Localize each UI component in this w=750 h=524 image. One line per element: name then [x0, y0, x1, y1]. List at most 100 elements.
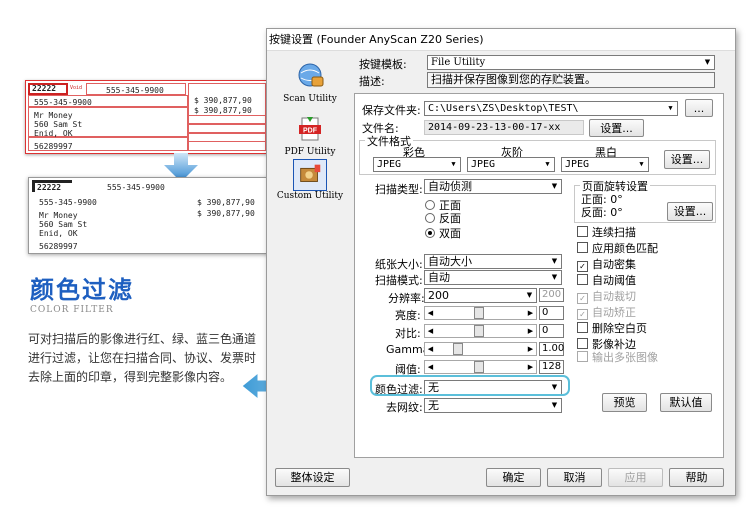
color-matching-checkbox[interactable]: 应用颜色匹配 [577, 240, 658, 256]
sidebar-label-custom: Custom Utility [276, 191, 344, 201]
checkbox-box [577, 226, 588, 237]
defaults-button[interactable]: 默认值 [660, 393, 712, 412]
browse-button[interactable]: ... [685, 99, 713, 117]
doc-b-employer-id: 555-345-9900 [39, 198, 97, 207]
checkbox-box [577, 351, 588, 362]
chevron-down-icon: ▼ [551, 273, 558, 281]
promo-description: 可对扫描后的影像进行红、绿、蓝三色通道进行过滤，让您在扫描合同、协议、发票时去除… [28, 332, 257, 384]
gamma-slider[interactable]: ◀ ▶ [424, 342, 537, 356]
arrow-left-icon: ◀ [427, 345, 434, 353]
rotation-settings-button[interactable]: 设置... [667, 202, 713, 221]
gray-format-value: JPEG [471, 159, 496, 170]
checkbox-box [577, 274, 588, 285]
filename-field[interactable]: 2014-09-23-13-00-17-xx [424, 120, 584, 135]
chevron-down-icon: ▼ [704, 58, 711, 66]
rotation-back: 反面: 0° [581, 206, 623, 219]
global-settings-button[interactable]: 整体设定 [275, 468, 350, 487]
arrow-right-icon: ▶ [527, 345, 534, 353]
continuous-scan-checkbox[interactable]: 连续扫描 [577, 224, 636, 240]
ok-button[interactable]: 确定 [486, 468, 541, 487]
checkbox-label: 自动矫正 [592, 306, 636, 319]
gray-format-select[interactable]: JPEG ▼ [467, 157, 555, 172]
contrast-slider[interactable]: ◀ ▶ [424, 324, 537, 338]
format-settings-button[interactable]: 设置... [664, 150, 710, 169]
custom-utility-icon [300, 164, 321, 182]
scan-type-label: 扫描类型: [375, 183, 423, 196]
brightness-slider[interactable]: ◀ ▶ [424, 306, 537, 320]
contrast-value[interactable]: 0 [539, 324, 564, 338]
scan-mode-select[interactable]: 自动 ▼ [424, 270, 562, 285]
brightness-value[interactable]: 0 [539, 306, 564, 320]
doc-b-wages: $ 390,877,90 [197, 198, 255, 207]
scan-type-select[interactable]: 自动侦测 ▼ [424, 179, 562, 194]
gamma-value[interactable]: 1.00 [539, 342, 564, 356]
paper-size-select[interactable]: 自动大小 ▼ [424, 254, 562, 269]
remove-blank-page-checkbox[interactable]: 删除空白页 [577, 320, 647, 336]
doc-code: 22222 [32, 84, 57, 93]
resolution-select[interactable]: 200 ▼ [424, 288, 537, 303]
slider-thumb[interactable] [453, 343, 463, 355]
doc-b-control: 56289997 [39, 242, 78, 251]
threshold-slider[interactable]: ◀ ▶ [424, 360, 537, 374]
save-folder-select[interactable]: C:\Users\ZS\Desktop\TEST\ ▼ [424, 101, 678, 116]
radio-dot-selected [425, 228, 435, 238]
checkbox-box [577, 242, 588, 253]
apply-button[interactable]: 应用 [608, 468, 663, 487]
doc-b-employee-ssn: 555-345-9900 [107, 183, 165, 192]
sidebar-item-custom-utility[interactable]: Custom Utility [269, 159, 351, 201]
color-format-select[interactable]: JPEG ▼ [373, 157, 461, 172]
paper-size-value: 自动大小 [428, 255, 472, 268]
template-value: File Utility [431, 57, 486, 68]
check-icon: ✓ [577, 309, 588, 320]
resolution-label: 分辨率: [388, 292, 425, 305]
chevron-down-icon: ▼ [551, 182, 558, 190]
checkbox-label: 自动阈值 [592, 274, 636, 287]
doc-b-name-1: Mr Money [39, 211, 78, 220]
auto-deskew-checkbox[interactable]: ✓ 自动矫正 [577, 304, 636, 320]
auto-crop-checkbox[interactable]: ✓ 自动裁切 [577, 288, 636, 304]
doc-employer-id: 555-345-9900 [34, 98, 92, 107]
doc-wages: $ 390,877,90 [194, 96, 252, 105]
doc-b-name-3: Enid, OK [39, 229, 78, 238]
checkbox-box [577, 322, 588, 333]
sidebar-item-pdf-utility[interactable]: PDF PDF Utility [269, 114, 351, 157]
scan-type-value: 自动侦测 [428, 180, 472, 193]
doc-row-b [188, 124, 266, 133]
threshold-value[interactable]: 128 [539, 360, 564, 374]
pdf-icon: PDF [299, 117, 321, 141]
auto-threshold-checkbox[interactable]: 自动阈值 [577, 272, 636, 288]
description-label: 描述: [359, 75, 385, 88]
description-field[interactable]: 扫描并保存图像到您的存贮装置。 [427, 72, 715, 88]
original-document-image: 22222 Void 555-345-9900 555-345-9900 Mr … [25, 80, 269, 154]
check-icon: ✓ [577, 261, 588, 272]
slider-thumb[interactable] [474, 307, 484, 319]
arrow-left-icon: ◀ [427, 327, 434, 335]
descreen-select[interactable]: 无 ▼ [424, 398, 562, 413]
slider-thumb[interactable] [474, 361, 484, 373]
doc-ss-wages: $ 390,877,90 [194, 106, 252, 115]
save-folder-label: 保存文件夹: [362, 104, 421, 117]
checkbox-label: 应用颜色匹配 [592, 242, 658, 255]
cancel-button[interactable]: 取消 [547, 468, 602, 487]
checkbox-label: 删除空白页 [592, 322, 647, 335]
chevron-down-icon: ▼ [668, 104, 673, 112]
slider-thumb[interactable] [474, 325, 484, 337]
sidebar-label-pdf: PDF Utility [284, 147, 336, 157]
filename-settings-button[interactable]: 设置... [589, 119, 644, 137]
help-button[interactable]: 帮助 [669, 468, 724, 487]
auto-density-checkbox[interactable]: ✓ 自动密集 [577, 256, 636, 272]
template-select[interactable]: File Utility ▼ [427, 55, 715, 70]
button-settings-dialog: 按键设置 (Founder AnyScan Z20 Series) Scan U… [266, 28, 736, 496]
sidebar-item-scan-utility[interactable]: Scan Utility [269, 61, 351, 104]
side-back-label: 反面 [439, 212, 461, 225]
side-duplex-radio[interactable]: 双面 [425, 225, 461, 241]
filtered-document-image: 22222 555-345-9900 555-345-9900 Mr Money… [28, 177, 270, 254]
descreen-value: 无 [428, 399, 439, 412]
color-filter-highlight [370, 375, 570, 396]
multi-image-output-checkbox[interactable]: 输出多张图像 [577, 349, 658, 365]
bw-format-select[interactable]: JPEG ▼ [561, 157, 649, 172]
resolution-spin[interactable]: 200 [539, 288, 564, 302]
sidebar-label-scan: Scan Utility [283, 94, 337, 104]
preview-button[interactable]: 预览 [602, 393, 647, 412]
side-back-radio[interactable]: 反面 [425, 210, 461, 226]
